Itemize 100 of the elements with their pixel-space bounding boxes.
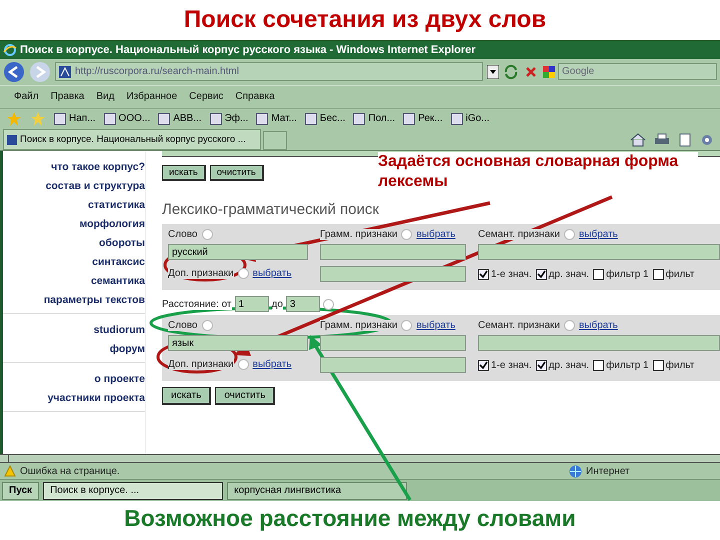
distance-label: Расстояние: от — [162, 298, 232, 310]
select-link[interactable]: выбрать — [252, 359, 292, 370]
menu-item[interactable]: Справка — [235, 91, 275, 102]
select-link[interactable]: выбрать — [416, 229, 456, 240]
taskbar-item[interactable]: корпусная лингвистика — [227, 482, 408, 500]
checkbox[interactable] — [536, 360, 547, 371]
favorite-link[interactable]: ООО... — [104, 112, 150, 124]
checkbox-label: 1-е знач. — [491, 268, 532, 280]
browser-logo-icon — [3, 42, 17, 57]
semantic-field[interactable] — [478, 244, 720, 260]
checkbox-label: фильтр 1 — [606, 360, 649, 371]
checkbox[interactable] — [536, 268, 547, 280]
field-label: Доп. признаки — [168, 359, 234, 370]
select-link[interactable]: выбрать — [578, 229, 618, 240]
sidebar-link[interactable]: семантика — [90, 275, 145, 288]
new-tab-button[interactable] — [263, 131, 287, 150]
select-link[interactable]: выбрать — [578, 320, 618, 332]
menu-item[interactable]: Сервис — [189, 91, 224, 102]
extra-features-field[interactable] — [320, 266, 466, 282]
annotation-text: Возможное расстояние между словами — [123, 505, 577, 532]
menu-item[interactable]: Избранное — [126, 91, 178, 102]
favorite-link[interactable]: iGo... — [450, 112, 490, 124]
sidebar-link[interactable]: состав и структура — [46, 180, 145, 194]
checkbox-label: др. знач. — [548, 360, 590, 371]
select-link[interactable]: выбрать — [252, 268, 292, 280]
favorite-link[interactable]: Рек... — [403, 112, 443, 124]
favorite-link[interactable]: Пол... — [353, 112, 396, 124]
dropdown-icon[interactable] — [487, 64, 499, 79]
checkbox-label: фильт — [666, 360, 694, 371]
menu-item[interactable]: Файл — [14, 91, 39, 102]
menu-item[interactable]: Вид — [96, 91, 114, 102]
checkbox[interactable] — [478, 268, 489, 280]
grammar-field[interactable] — [320, 335, 466, 352]
word-field[interactable]: язык — [168, 335, 308, 352]
checkbox[interactable] — [478, 360, 489, 371]
sidebar-link[interactable]: статистика — [88, 199, 145, 212]
sidebar-link[interactable]: что такое корпус? — [51, 161, 145, 174]
select-link[interactable]: выбрать — [416, 320, 456, 332]
checkbox-label: фильтр 1 — [606, 268, 649, 280]
page-icon[interactable] — [678, 133, 692, 148]
menu-item[interactable]: Правка — [50, 91, 84, 102]
help-icon[interactable] — [564, 320, 575, 332]
sidebar-link[interactable]: морфология — [79, 218, 145, 232]
distance-from-field[interactable]: 1 — [234, 296, 268, 312]
field-label: Грамм. признаки — [320, 320, 398, 332]
help-icon[interactable] — [238, 359, 249, 370]
browser-tab[interactable]: Поиск в корпусе. Национальный корпус русского ... — [3, 129, 261, 150]
help-icon[interactable] — [401, 320, 412, 332]
checkbox-label: 1-е знач. — [491, 360, 532, 371]
search-field[interactable]: Google — [558, 63, 717, 80]
checkbox[interactable] — [593, 268, 604, 280]
form-button[interactable]: очистить — [215, 387, 276, 406]
favorite-link[interactable]: Эф... — [210, 112, 248, 124]
distance-to-field[interactable]: 3 — [286, 296, 320, 312]
favorite-link[interactable]: ABB... — [158, 112, 202, 124]
form-button[interactable]: искать — [162, 165, 206, 182]
slide-title: Поиск сочетания из двух слов — [182, 5, 548, 35]
sidebar-link[interactable]: studiorum — [94, 324, 145, 338]
horizontal-scrollbar[interactable] — [0, 454, 720, 464]
start-button[interactable]: Пуск — [2, 482, 40, 500]
globe-icon — [569, 464, 582, 478]
sidebar-link[interactable]: форум — [110, 343, 145, 356]
help-icon[interactable] — [322, 298, 334, 310]
section-heading: Лексико-грамматический поиск — [162, 201, 380, 218]
favorite-link[interactable]: Мат... — [256, 112, 297, 124]
home-icon[interactable] — [630, 133, 646, 148]
sidebar-link[interactable]: участники проекта — [48, 392, 145, 406]
field-label: Семант. признаки — [478, 320, 560, 332]
checkbox[interactable] — [593, 360, 604, 371]
back-button[interactable] — [3, 60, 25, 83]
favorites-star-icon[interactable] — [6, 110, 22, 126]
form-button[interactable]: искать — [162, 387, 212, 406]
sidebar-link[interactable]: обороты — [99, 237, 145, 250]
search-engine-icon — [543, 66, 555, 78]
sidebar-link[interactable]: параметры текстов — [44, 294, 145, 308]
checkbox[interactable] — [652, 360, 664, 371]
grammar-field[interactable] — [320, 244, 466, 260]
field-label: Грамм. признаки — [320, 229, 398, 240]
field-label: Слово — [168, 320, 198, 332]
warning-icon — [4, 465, 16, 478]
taskbar-item[interactable]: Поиск в корпусе. ... — [43, 482, 224, 500]
favorite-link[interactable]: Нап... — [54, 112, 96, 124]
site-icon — [59, 66, 71, 78]
help-icon[interactable] — [564, 229, 575, 240]
checkbox-label: др. знач. — [548, 268, 590, 280]
semantic-field[interactable] — [478, 335, 720, 352]
help-icon[interactable] — [202, 229, 212, 240]
extra-features-field[interactable] — [320, 357, 466, 374]
help-icon[interactable] — [202, 320, 212, 332]
sidebar-link[interactable]: синтаксис — [92, 256, 145, 270]
address-field[interactable]: http://ruscorpora.ru/search-main.html — [55, 62, 483, 82]
help-icon[interactable] — [401, 229, 412, 240]
field-label: Слово — [168, 229, 198, 240]
distance-to-label: до — [272, 298, 283, 310]
checkbox-label: фильт — [666, 268, 694, 280]
sidebar-link[interactable]: о проекте — [94, 373, 145, 386]
checkbox[interactable] — [652, 268, 664, 280]
status-message: Ошибка на странице. — [20, 466, 120, 477]
favorite-link[interactable]: Бес... — [304, 112, 346, 124]
form-button[interactable]: очистить — [210, 165, 264, 182]
